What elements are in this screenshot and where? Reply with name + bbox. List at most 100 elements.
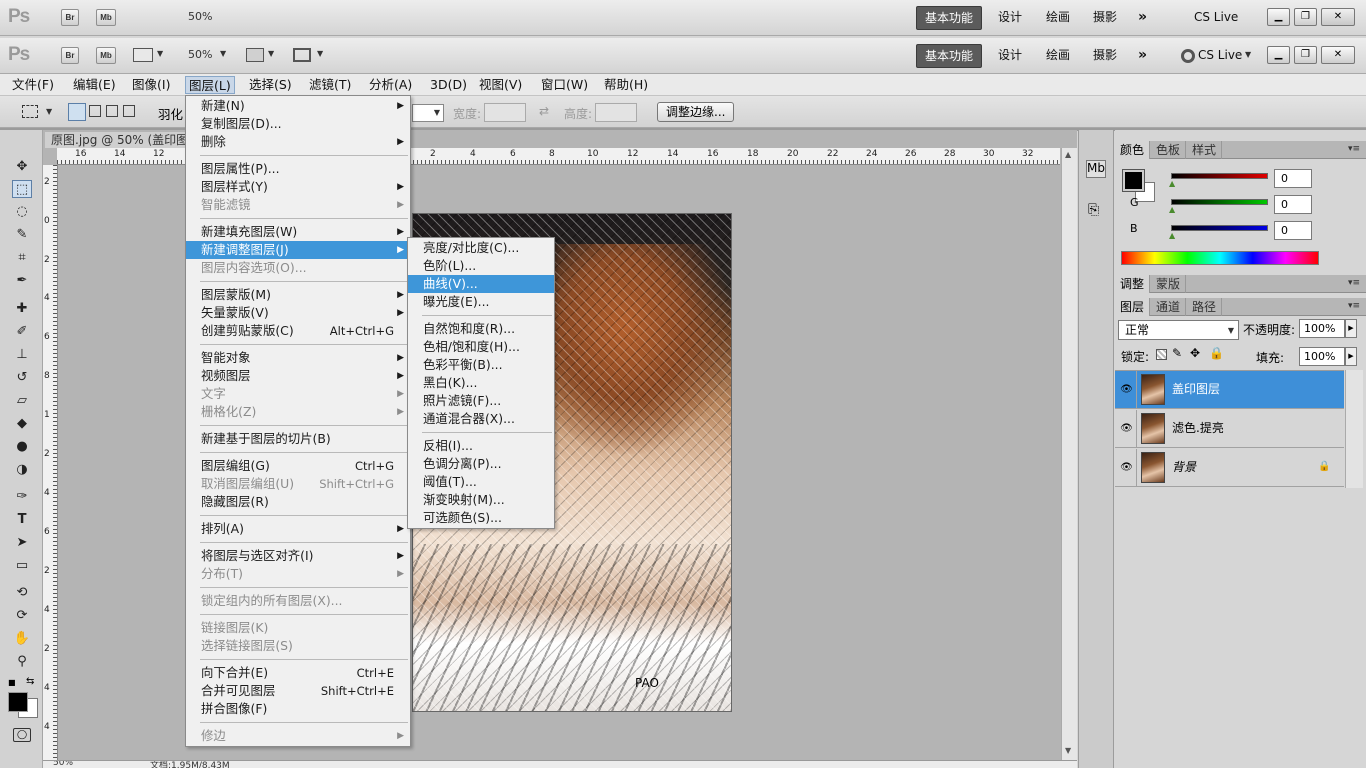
layer-menu-item[interactable]: 复制图层(D)... [186,115,410,133]
layer-menu-item[interactable]: 图层编组(G) Ctrl+G [186,457,410,475]
layer-row[interactable]: 👁 背景 🔒 [1115,449,1344,487]
lasso-tool-icon[interactable]: ◌ [12,203,32,221]
adjust-submenu-item[interactable]: 可选颜色(S)... [408,509,554,527]
tab-adjustments[interactable]: 调整 [1115,275,1151,293]
height-input[interactable] [595,103,637,122]
history-panel-icon[interactable]: ⎘ [1088,202,1099,218]
menu-edit[interactable]: 编辑(E) [70,76,119,94]
adjust-submenu-item[interactable]: 自然饱和度(R)... [408,320,554,338]
hand-tool-icon[interactable]: ✋ [12,630,32,648]
view-extras-chevron-down-icon[interactable]: ▼ [157,49,163,58]
layer-menu-item[interactable]: 新建(N) ▶ [186,97,410,115]
opacity-input[interactable]: 100% [1299,319,1345,338]
quick-selection-tool-icon[interactable]: ✎ [12,226,32,244]
menu-3d[interactable]: 3D(D) [427,76,470,94]
menu-file[interactable]: 文件(F) [9,76,57,94]
healing-brush-tool-icon[interactable]: ✚ [12,300,32,318]
layer-menu-item[interactable]: 图层蒙版(M) ▶ [186,286,410,304]
restore-icon-ghost[interactable]: ❐ [1294,8,1317,26]
layer-menu-item[interactable]: 向下合并(E) Ctrl+E [186,664,410,682]
dodge-tool-icon[interactable]: ◑ [12,461,32,479]
document-tab[interactable]: 原图.jpg @ 50% (盖印图层 [45,132,195,148]
workspace-design[interactable]: 设计 [990,44,1030,68]
preset-chevron-down-icon[interactable]: ▼ [46,107,52,116]
layer-menu-item[interactable]: 新建基于图层的切片(B) [186,430,410,448]
menu-image[interactable]: 图像(I) [129,76,173,94]
color-spectrum-bar[interactable] [1121,251,1319,265]
close-icon-ghost[interactable]: ✕ [1321,8,1355,26]
marquee-preset-icon[interactable] [22,105,38,118]
layer-menu-item[interactable]: 隐藏图层(R) [186,493,410,511]
adjust-submenu-item[interactable]: 曝光度(E)... [408,293,554,311]
tab-channels[interactable]: 通道 [1151,298,1187,316]
bridge-button-ghost[interactable]: Br [61,9,79,26]
more-workspaces-ghost[interactable]: » [1130,6,1155,30]
visibility-eye-icon[interactable]: 👁 [1117,449,1137,486]
adjust-submenu-item[interactable]: 照片滤镜(F)... [408,392,554,410]
slider-r-handle-icon[interactable]: ▲ [1169,179,1175,188]
restore-icon[interactable]: ❐ [1294,46,1317,64]
slider-r[interactable] [1171,173,1268,179]
layer-menu-item[interactable]: 图层样式(Y) ▶ [186,178,410,196]
workspace-design-ghost[interactable]: 设计 [990,6,1030,30]
subtract-selection-icon[interactable] [106,105,118,117]
menu-window[interactable]: 窗口(W) [538,76,591,94]
zoom-chevron-down-icon[interactable]: ▼ [220,49,226,58]
visibility-eye-icon[interactable]: 👁 [1117,371,1137,408]
layer-menu-item[interactable]: 合并可见图层 Shift+Ctrl+E [186,682,410,700]
fill-input[interactable]: 100% [1299,347,1345,366]
workspace-painting[interactable]: 绘画 [1038,44,1078,68]
menu-view[interactable]: 视图(V) [476,76,525,94]
scroll-down-icon[interactable]: ▼ [1065,746,1071,755]
adjust-submenu-item[interactable]: 曲线(V)... [408,275,554,293]
clone-stamp-tool-icon[interactable]: ⊥ [12,346,32,364]
visibility-eye-icon[interactable]: 👁 [1117,410,1137,447]
workspace-essentials[interactable]: 基本功能 [916,44,983,68]
zoom-readout[interactable]: 50% [188,48,212,61]
close-icon[interactable]: ✕ [1321,46,1355,64]
more-workspaces-icon[interactable]: » [1130,44,1155,68]
style-select[interactable]: ▼ [412,104,444,122]
layer-menu-item[interactable]: 矢量蒙版(V) ▶ [186,304,410,322]
layer-row[interactable]: 👁 滤色.提亮 [1115,410,1344,448]
menu-layer[interactable]: 图层(L) [185,76,235,94]
lock-pixels-icon[interactable]: ✎ [1172,346,1182,360]
fill-chevron-right-icon[interactable]: ▶ [1345,347,1357,366]
pen-tool-icon[interactable]: ✑ [12,488,32,506]
type-tool-icon[interactable]: T [12,511,32,529]
lock-position-icon[interactable]: ✥ [1190,346,1200,360]
screen-mode-icon[interactable] [293,48,311,62]
layer-menu-item[interactable]: 创建剪贴蒙版(C) Alt+Ctrl+G [186,322,410,340]
swap-icon[interactable]: ⇄ [539,104,549,118]
layer-menu-item[interactable]: 删除 ▶ [186,133,410,151]
history-brush-tool-icon[interactable]: ↺ [12,369,32,387]
add-to-selection-icon[interactable] [89,105,101,117]
paint-bucket-tool-icon[interactable]: ◆ [12,415,32,433]
minibridge-panel-icon[interactable]: Mb [1086,160,1106,178]
value-g[interactable]: 0 [1274,195,1312,214]
blur-tool-icon[interactable]: ● [12,438,32,456]
adjust-submenu-item[interactable]: 通道混合器(X)... [408,410,554,428]
slider-b-handle-icon[interactable]: ▲ [1169,231,1175,240]
refine-edge-button[interactable]: 调整边缘... [657,102,735,122]
layer-menu-item[interactable]: 图层属性(P)... [186,160,410,178]
tab-swatches[interactable]: 色板 [1151,141,1187,159]
vertical-scrollbar[interactable]: ▲ ▼ [1061,148,1077,760]
layer-menu-item[interactable]: 视频图层 ▶ [186,367,410,385]
swap-colors-icon[interactable]: ⇆ [26,676,34,687]
layers-scrollbar[interactable] [1345,370,1363,488]
menu-filter[interactable]: 滤镜(T) [306,76,354,94]
quick-mask-icon[interactable]: ◯ [13,728,31,742]
adjust-submenu-item[interactable]: 渐变映射(M)... [408,491,554,509]
minimize-icon-ghost[interactable]: ▁ [1267,8,1290,26]
move-tool-icon[interactable]: ✥ [12,158,32,176]
tab-color[interactable]: 颜色 [1115,141,1151,159]
cs-live-chevron-down-icon[interactable]: ▼ [1245,50,1251,59]
intersect-selection-icon[interactable] [123,105,135,117]
adjust-submenu-item[interactable]: 色阶(L)... [408,257,554,275]
workspace-essentials-ghost[interactable]: 基本功能 [916,6,983,30]
slider-g[interactable] [1171,199,1268,205]
width-input[interactable] [484,103,526,122]
workspace-photo-ghost[interactable]: 摄影 [1085,6,1125,30]
menu-help[interactable]: 帮助(H) [601,76,651,94]
